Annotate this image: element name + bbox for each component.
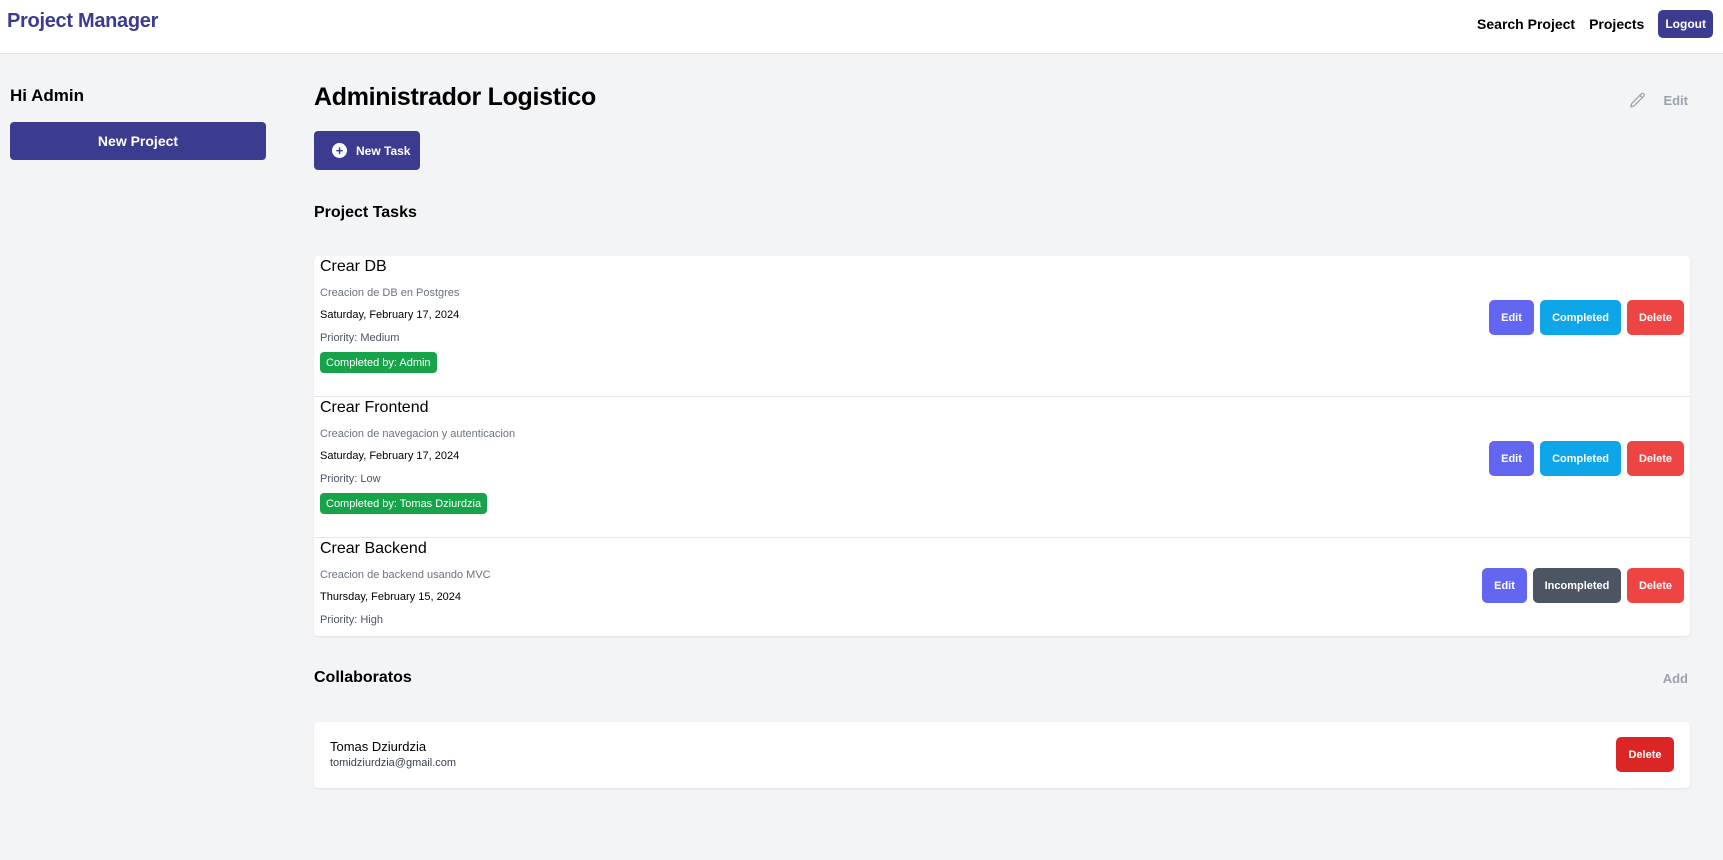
edit-project-button[interactable]: Edit [1628, 91, 1688, 110]
new-project-button[interactable]: New Project [10, 122, 266, 160]
collaborator-delete-button[interactable]: Delete [1616, 737, 1674, 772]
collaborator-name: Tomas Dziurdzia [330, 739, 427, 754]
completed-by-badge: Completed by: Tomas Dziurdzia [320, 493, 488, 514]
task-priority: Priority: Low [320, 473, 381, 485]
task-date: Saturday, February 17, 2024 [320, 309, 460, 321]
logout-button[interactable]: Logout [1658, 10, 1713, 38]
task-priority: Priority: High [320, 614, 383, 626]
task-delete-button[interactable]: Delete [1627, 568, 1684, 603]
greeting: Hi Admin [10, 86, 84, 105]
plus-circle-icon: + [332, 143, 347, 158]
task-description: Creacion de backend usando MVC [320, 569, 491, 581]
task-edit-button[interactable]: Edit [1489, 300, 1534, 335]
task-delete-button[interactable]: Delete [1627, 300, 1684, 335]
task-status-button[interactable]: Completed [1540, 300, 1621, 335]
top-nav: Search Project Projects Logout [1477, 10, 1713, 38]
task-name: Crear Backend [320, 540, 427, 557]
task-row: Crear Backend Creacion de backend usando… [314, 538, 1690, 636]
task-actions: Edit Completed Delete [1483, 441, 1684, 476]
task-row: Crear Frontend Creacion de navegacion y … [314, 397, 1690, 538]
task-description: Creacion de navegacion y autenticacion [320, 428, 516, 440]
pencil-icon [1630, 92, 1646, 108]
collaborator-row: Tomas Dziurdzia tomidziurdzia@gmail.com … [314, 722, 1690, 788]
collaborator-email: tomidziurdzia@gmail.com [330, 757, 457, 769]
project-title: Administrador Logistico [314, 83, 597, 111]
task-status-button[interactable]: Completed [1540, 441, 1621, 476]
project-main: Administrador Logistico Edit + New Task … [314, 83, 1690, 788]
task-row: Crear DB Creacion de DB en Postgres Satu… [314, 256, 1690, 397]
task-actions: Edit Incompleted Delete [1476, 568, 1684, 603]
sidebar: Hi Admin New Project [10, 86, 266, 160]
collaborators-heading: Collaboratos [314, 669, 412, 686]
task-delete-button[interactable]: Delete [1627, 441, 1684, 476]
task-status-button[interactable]: Incompleted [1533, 568, 1621, 603]
task-name: Crear DB [320, 258, 387, 275]
brand-logo[interactable]: Project Manager [7, 10, 158, 33]
project-tasks-heading: Project Tasks [314, 204, 417, 221]
task-description: Creacion de DB en Postgres [320, 287, 460, 299]
tasks-list: Crear DB Creacion de DB en Postgres Satu… [314, 256, 1690, 636]
new-task-button[interactable]: + New Task [314, 131, 420, 170]
task-edit-button[interactable]: Edit [1489, 441, 1534, 476]
task-actions: Edit Completed Delete [1483, 300, 1684, 335]
task-date: Saturday, February 17, 2024 [320, 450, 460, 462]
add-collaborator-link[interactable]: Add [1663, 671, 1688, 686]
top-navbar: Project Manager Search Project Projects … [0, 0, 1723, 54]
nav-projects-link[interactable]: Projects [1589, 16, 1644, 32]
task-edit-button[interactable]: Edit [1482, 568, 1527, 603]
task-name: Crear Frontend [320, 399, 429, 416]
completed-by-badge: Completed by: Admin [320, 352, 437, 373]
nav-search-project-link[interactable]: Search Project [1477, 16, 1575, 32]
new-task-label: New Task [356, 143, 411, 158]
task-priority: Priority: Medium [320, 332, 400, 344]
task-date: Thursday, February 15, 2024 [320, 591, 462, 603]
edit-project-label: Edit [1663, 93, 1688, 108]
